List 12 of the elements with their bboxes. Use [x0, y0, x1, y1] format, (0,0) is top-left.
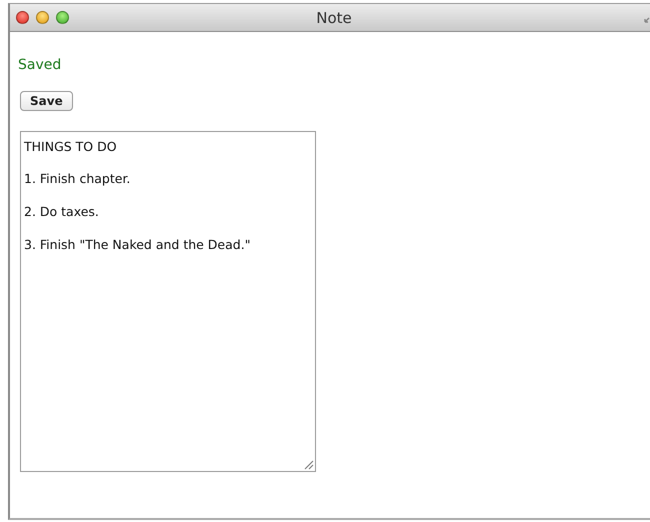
resize-grip-icon[interactable] [304, 460, 314, 470]
close-button[interactable] [16, 11, 29, 24]
window-title: Note [315, 8, 353, 26]
save-button[interactable]: Save [20, 91, 73, 111]
note-line: THINGS TO DO [24, 138, 118, 156]
note-line: 1. Finish chapter. [24, 170, 132, 188]
minimize-button[interactable] [36, 11, 49, 24]
zoom-button[interactable] [56, 11, 69, 24]
note-line: 3. Finish "The Naked and the Dead." [24, 236, 252, 254]
note-line: 2. Do taxes. [24, 203, 100, 221]
note-field[interactable]: THINGS TO DO 1. Finish chapter. 2. Do taxes. 3. Finish "The Naked and the Dead." [20, 131, 316, 472]
status-message: Saved [18, 57, 62, 73]
